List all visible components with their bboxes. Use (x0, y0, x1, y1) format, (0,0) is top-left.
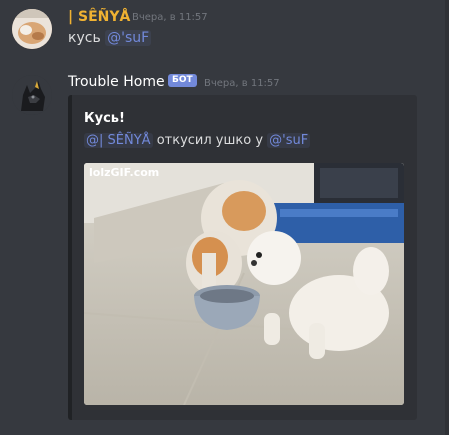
message-author[interactable]: | SÊÑYÅ (68, 8, 130, 26)
bot-avatar[interactable] (12, 75, 52, 115)
gif-watermark: lolzGIF.com (89, 166, 159, 179)
embed-description: @| SÊÑYÅ откусил ушко у @'suF (84, 131, 311, 150)
embed-title: Кусь! (84, 111, 125, 126)
message-content: кусь @'suF (68, 28, 152, 48)
message-author[interactable]: Trouble Home (68, 73, 165, 91)
embed-text: откусил ушко у (156, 133, 264, 148)
user-mention[interactable]: @| SÊÑYÅ (84, 133, 153, 148)
user-avatar-senya[interactable] (12, 9, 52, 49)
message-timestamp: Вчера, в 11:57 (204, 78, 280, 89)
bot-tag: БОТ (168, 74, 197, 87)
scrollbar[interactable] (445, 0, 449, 435)
embed-gif-image[interactable]: lolzGIF.com (84, 163, 404, 405)
message-text: кусь (68, 30, 101, 46)
user-mention[interactable]: @'suF (267, 133, 311, 148)
message-timestamp: Вчера, в 11:57 (132, 12, 208, 23)
user-mention[interactable]: @'suF (105, 30, 152, 46)
